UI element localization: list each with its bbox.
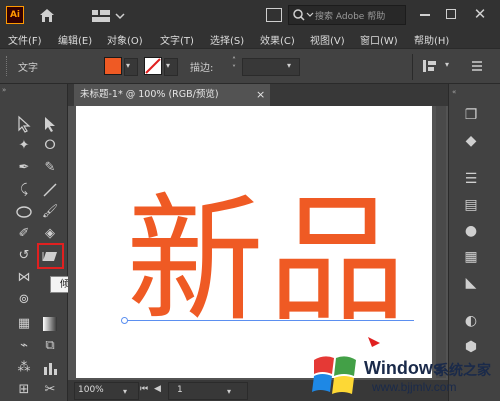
zoom-value: 100% [78,385,104,395]
pen-tool-icon[interactable]: ✒ [14,158,34,178]
graphic-styles-panel-icon[interactable]: ⬢ [460,336,482,358]
first-artboard-icon[interactable]: ⏮ [140,384,148,394]
blend-tool-icon[interactable]: ⧉ [40,336,60,356]
windows-logo [312,352,358,396]
artboard-tool-icon[interactable]: ⊞ [14,380,34,400]
fill-color-swatch[interactable] [104,57,122,75]
anchor-tool-icon[interactable]: ⤹ [14,180,34,200]
warp-tool-icon[interactable]: ⊚ [14,290,34,310]
menu-object[interactable]: 对象(O) [107,32,143,47]
menu-edit[interactable]: 编辑(E) [58,32,92,47]
panel-dock-header: « [452,88,457,96]
menu-bar: 文件(F) 编辑(E) 对象(O) 文字(T) 选择(S) 效果(C) 视图(V… [0,30,500,48]
control-menu-icon[interactable] [470,58,484,72]
ellipse-tool-icon[interactable] [14,202,34,222]
artboard-number: 1 [177,385,183,395]
layers-panel-icon[interactable]: ◆ [460,130,482,152]
swatches-panel-icon[interactable]: ▦ [460,246,482,268]
artboard-number-field[interactable]: 1 ▾ [168,382,248,400]
control-grip [6,56,8,76]
curvature-tool-icon[interactable]: ✎ [40,158,60,178]
ai-logo: Ai [6,6,24,24]
lasso-tool-icon[interactable]: ⵔ [40,136,60,156]
stroke-color-swatch[interactable] [144,57,162,75]
search-icon [293,9,314,21]
stroke-stepper[interactable]: ˄ ˅ [228,57,240,75]
document-tab[interactable]: 未标题-1* @ 100% (RGB/预览) × [74,84,270,106]
menu-file[interactable]: 文件(F) [8,32,42,47]
paintbrush-tool-icon[interactable]: 🖌 [40,202,60,222]
magic-wand-tool-icon[interactable]: ✦ [14,136,34,156]
appearance-panel-icon[interactable]: ☰ [460,168,482,190]
column-graph-tool-icon[interactable] [40,358,60,378]
workspace-switcher[interactable] [92,8,126,22]
close-tab-icon[interactable]: × [256,84,265,106]
selection-tool-icon[interactable] [14,114,34,134]
menu-type[interactable]: 文字(T) [160,32,194,47]
slice-tool-icon[interactable]: ✂ [40,380,60,400]
search-field[interactable]: 搜索 Adobe 帮助 [288,5,406,25]
stroke-label: 描边: [190,63,214,74]
line-segment-tool-icon[interactable] [40,180,60,200]
brushes-panel-icon[interactable]: ◣ [460,272,482,294]
perspective-grid-tool-icon[interactable]: ▦ [14,314,34,334]
eyedropper-tool-icon[interactable]: ⌁ [14,336,34,356]
align-panel-icon[interactable]: ▤ [460,194,482,216]
vertical-scrollbar[interactable] [436,106,446,378]
artboard-text[interactable]: 新品 [126,186,416,336]
maximize-button[interactable] [446,9,456,19]
width-tool-icon[interactable]: ⋈ [14,268,34,288]
gradient-tool-icon[interactable] [40,314,60,334]
control-type-label: 文字 [18,63,38,74]
shaper-tool-icon[interactable]: ✐ [14,224,34,244]
menu-window[interactable]: 窗口(W) [360,32,398,47]
cursor-marker [368,334,382,347]
control-separator [412,54,413,80]
rotate-tool-icon[interactable]: ↺ [14,246,34,266]
menu-select[interactable]: 选择(S) [210,32,244,47]
stroke-weight-field[interactable]: ▾ [242,58,300,76]
symbol-sprayer-tool-icon[interactable]: ⁂ [14,358,34,378]
search-placeholder: 搜索 Adobe 帮助 [315,12,386,22]
text-anchor-point [121,317,128,324]
watermark-brand: Windows [364,358,443,378]
arrange-documents-icon[interactable] [266,8,282,22]
shear-tool-highlight [37,243,64,269]
minimize-button[interactable] [420,14,430,16]
tools-panel-header: » [2,86,7,94]
document-tab-title: 未标题-1* @ 100% (RGB/预览) [80,89,219,100]
color-panel-icon[interactable]: ● [460,220,482,242]
watermark-url: www.bjjmlv.com [372,380,457,394]
menu-view[interactable]: 视图(V) [310,32,345,47]
transparency-panel-icon[interactable]: ◐ [460,310,482,332]
home-icon[interactable] [38,7,56,23]
watermark-cn: 系统之家 [435,362,491,378]
direct-selection-tool-icon[interactable] [40,114,60,134]
menu-help[interactable]: 帮助(H) [414,32,449,47]
fill-color-dropdown[interactable]: ▾ [124,58,138,76]
align-dropdown-icon[interactable]: ▾ [445,60,449,69]
menu-effect[interactable]: 效果(C) [260,32,295,47]
eraser-tool-icon[interactable]: ◈ [40,224,60,244]
previous-artboard-icon[interactable]: ◀ [154,384,161,394]
text-baseline [124,320,414,321]
zoom-field[interactable]: 100% ▾ [74,382,139,400]
properties-panel-icon[interactable]: ❐ [460,104,482,126]
align-options-icon[interactable] [420,57,442,75]
close-button[interactable]: ✕ [470,4,490,24]
stroke-color-dropdown[interactable]: ▾ [164,58,178,76]
